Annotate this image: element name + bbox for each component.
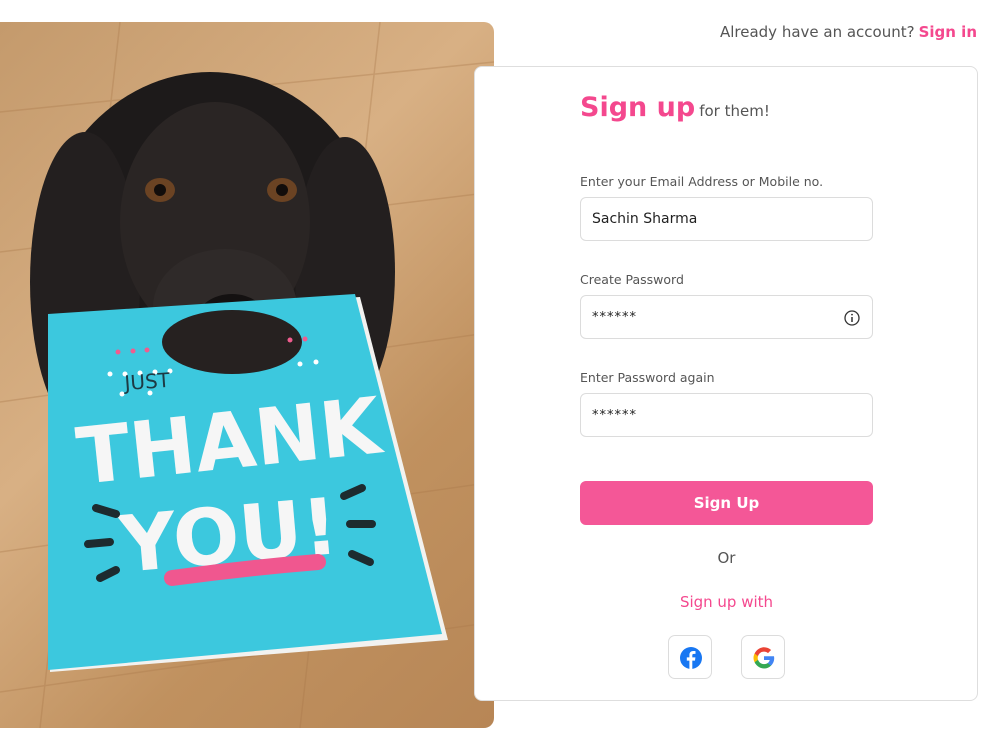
dog-with-thank-you-card-illustration: JUST THANK YOU! <box>0 22 494 728</box>
password-label: Create Password <box>580 272 684 287</box>
signin-link[interactable]: Sign in <box>919 23 977 41</box>
google-icon <box>753 647 775 669</box>
signup-card: Sign up for them! Enter your Email Addres… <box>474 66 978 701</box>
facebook-icon <box>680 647 702 669</box>
card-just-text: JUST <box>122 368 172 395</box>
form-title: Sign up <box>580 92 696 123</box>
confirm-password-label: Enter Password again <box>580 370 715 385</box>
email-value: Sachin Sharma <box>592 211 698 227</box>
form-heading: Sign up for them! <box>580 92 770 123</box>
form-subtitle: for them! <box>699 102 770 120</box>
email-field[interactable]: Sachin Sharma <box>580 197 873 241</box>
confirm-password-value: ****** <box>592 408 637 423</box>
or-divider: Or <box>717 549 736 567</box>
signin-prompt: Already have an account? Sign in <box>720 23 977 41</box>
info-icon[interactable] <box>844 310 860 326</box>
password-value: ****** <box>592 310 637 325</box>
email-label: Enter your Email Address or Mobile no. <box>580 174 824 189</box>
password-field[interactable]: ****** <box>580 295 873 339</box>
hero-image: JUST THANK YOU! <box>0 22 494 728</box>
google-button[interactable] <box>741 635 785 679</box>
facebook-button[interactable] <box>668 635 712 679</box>
signup-button[interactable]: Sign Up <box>580 481 873 525</box>
signin-prompt-text: Already have an account? <box>719 23 915 41</box>
confirm-password-field[interactable]: ****** <box>580 393 873 437</box>
signup-with-link[interactable]: Sign up with <box>580 593 873 611</box>
